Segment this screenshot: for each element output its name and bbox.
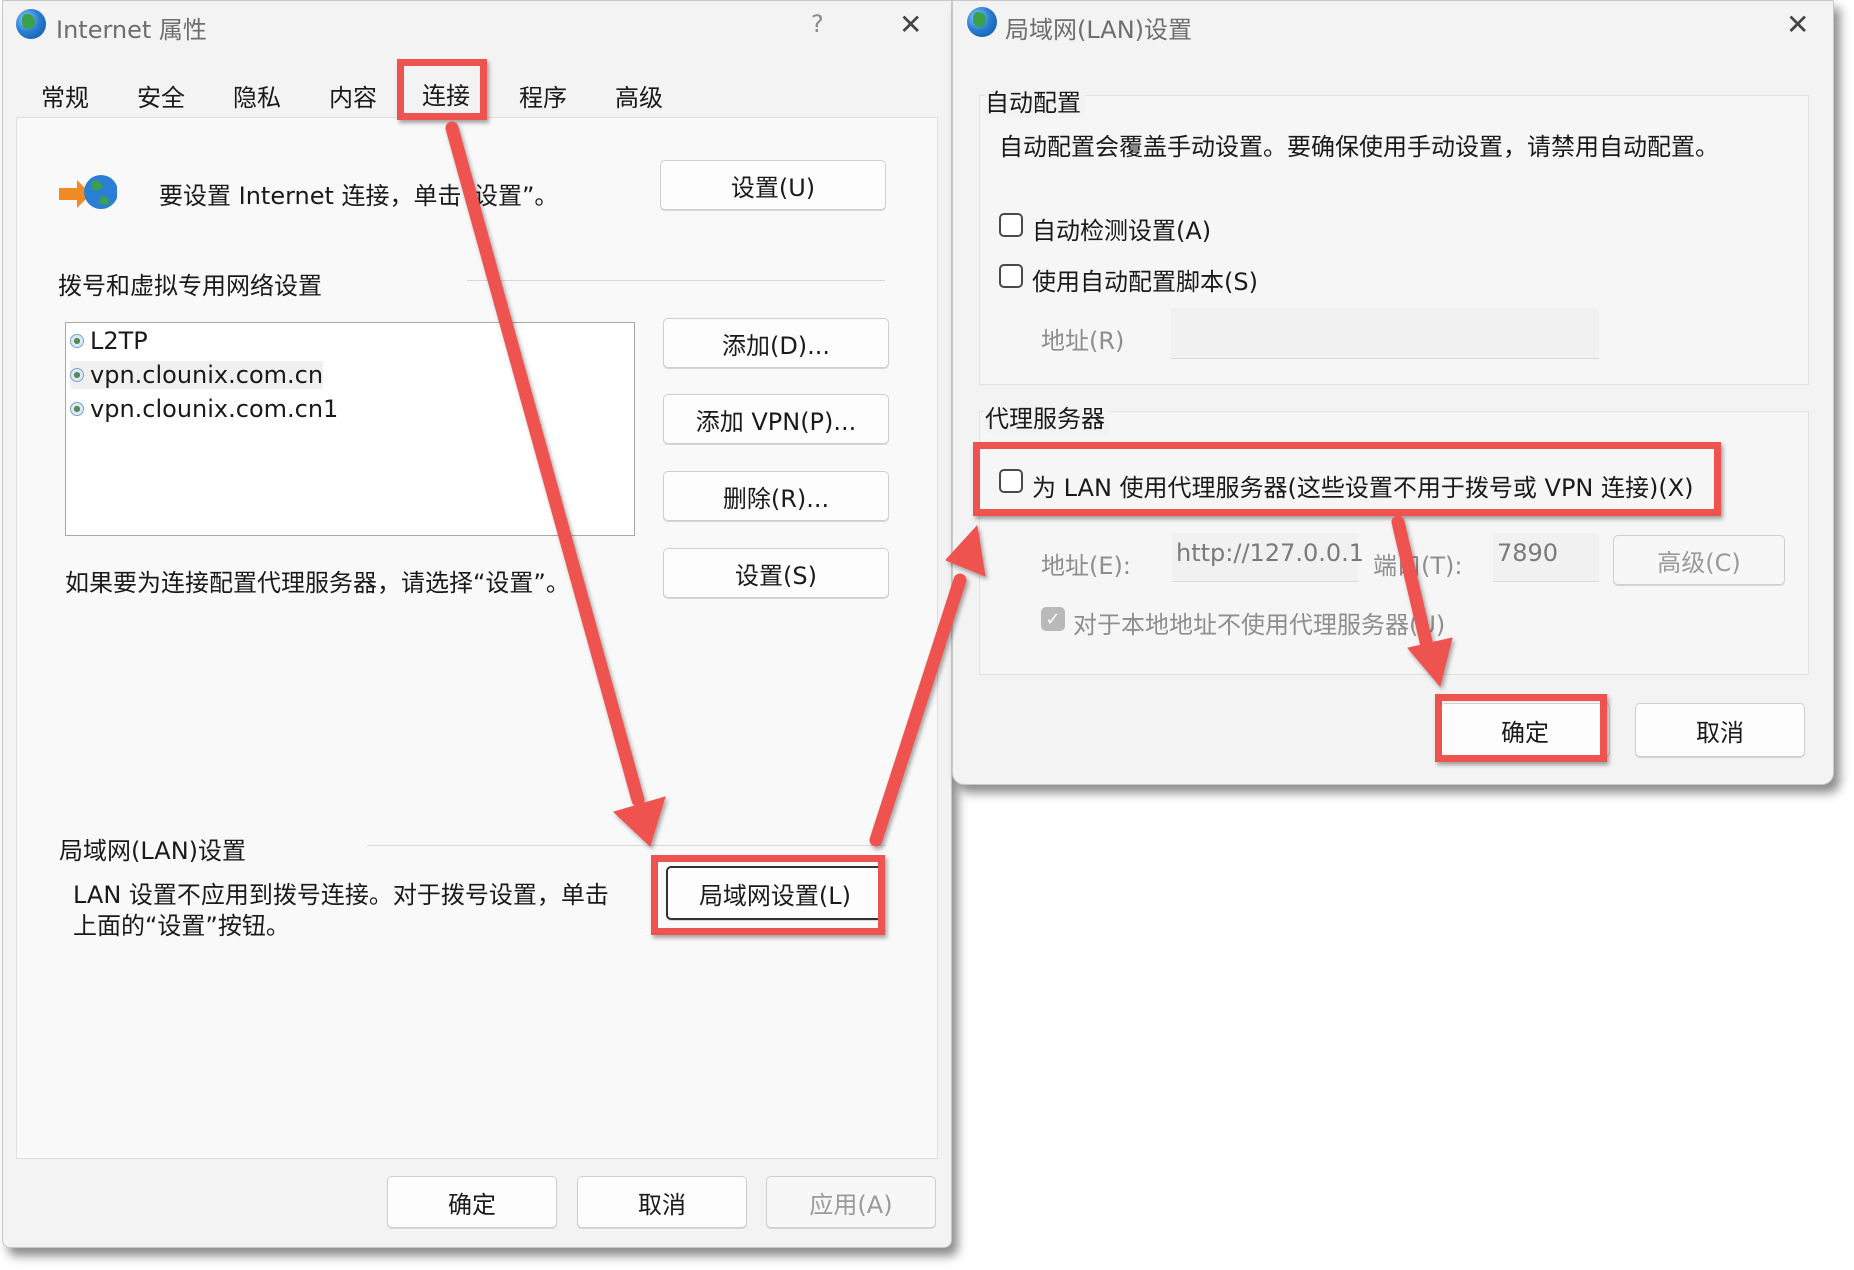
arrowhead xyxy=(613,796,666,847)
arrow-to-ok-button xyxy=(1391,515,1435,657)
arrowhead xyxy=(1407,637,1453,688)
arrowhead xyxy=(945,524,986,577)
arrow-to-lan-button xyxy=(445,121,645,807)
arrow-to-proxy-checkbox xyxy=(869,573,967,847)
annotation-arrows xyxy=(445,121,1453,847)
